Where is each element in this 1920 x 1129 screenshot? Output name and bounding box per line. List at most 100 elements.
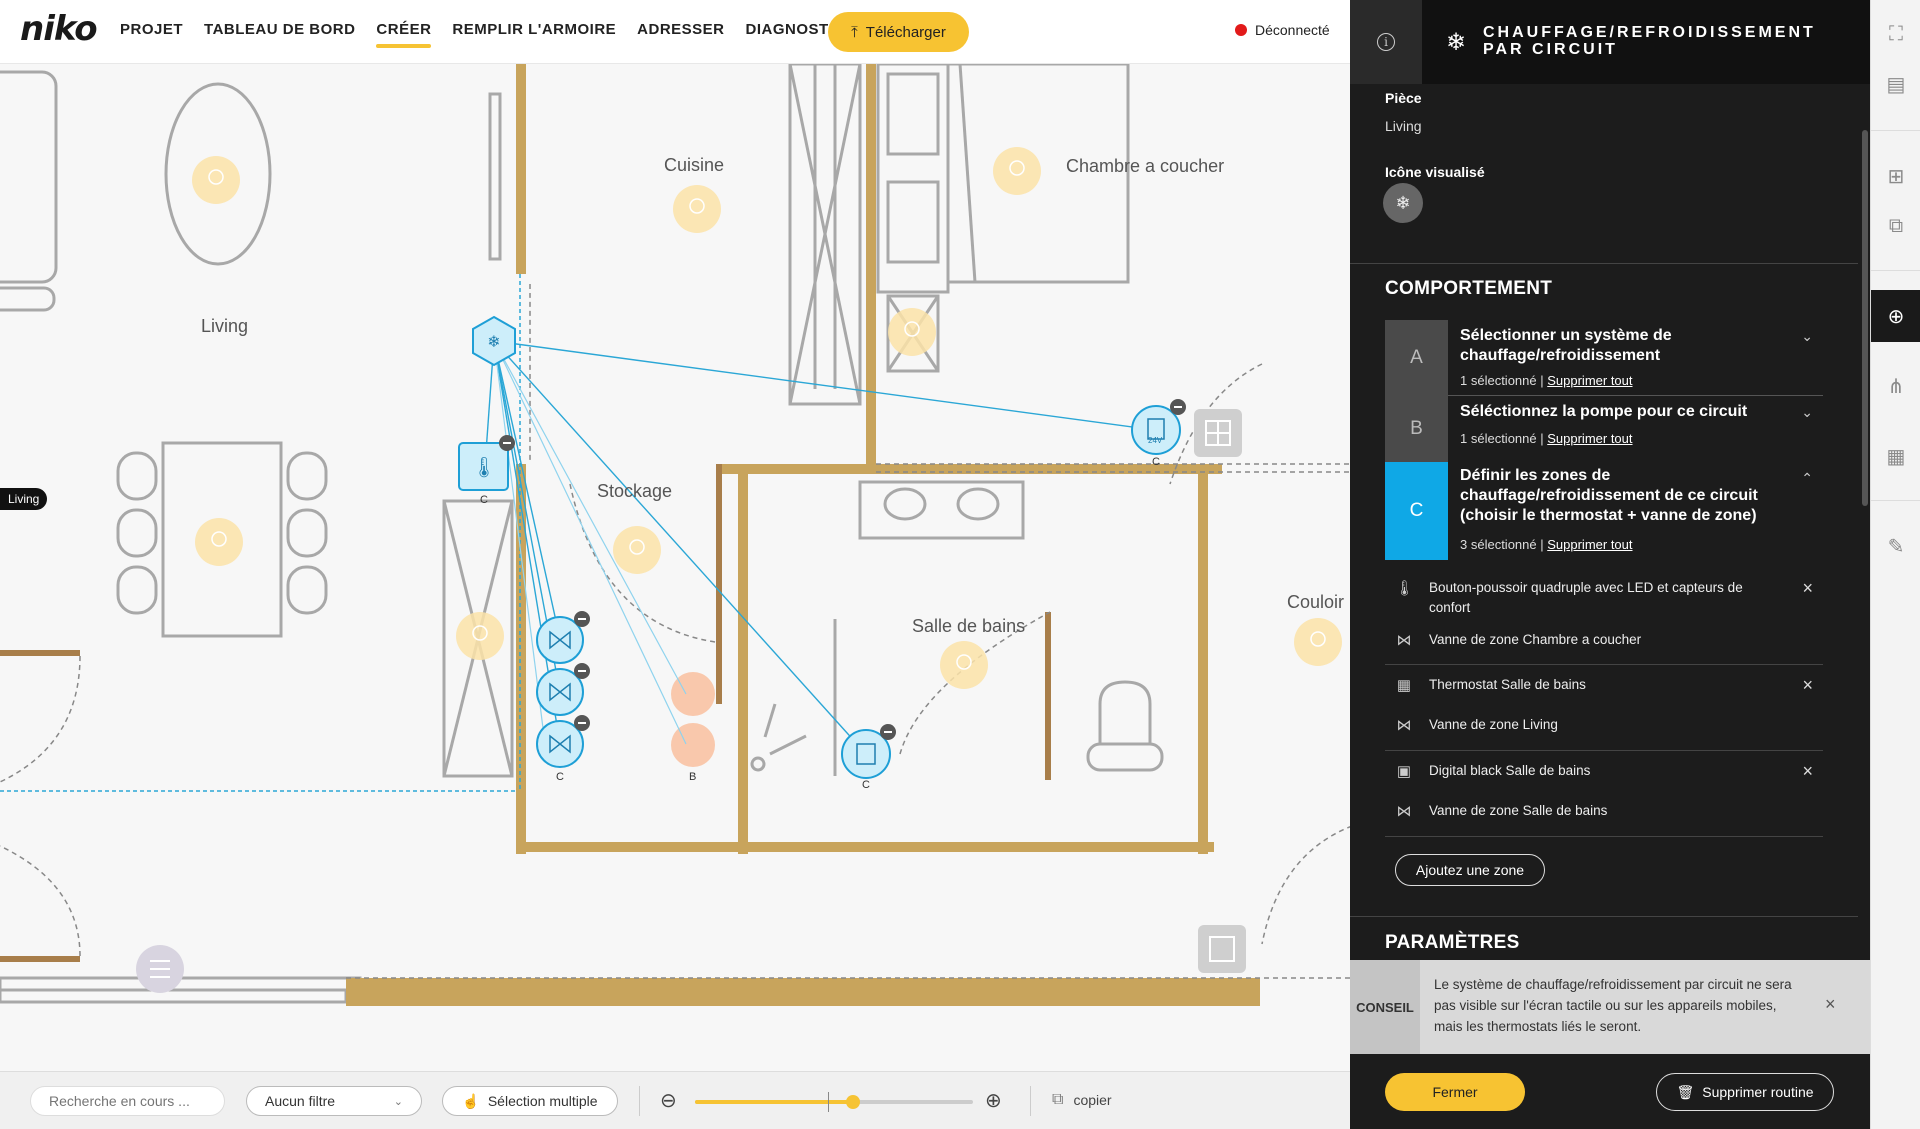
- status-dot: [1235, 24, 1247, 36]
- zoom-fill: [695, 1100, 854, 1104]
- zoom-default-tick: [828, 1092, 829, 1112]
- zone-valve-name: Vanne de zone Chambre a coucher: [1429, 632, 1642, 647]
- room-label-cuisine[interactable]: Cuisine: [664, 155, 724, 176]
- valve-icon: ⋈: [1396, 632, 1412, 649]
- floorplan-canvas[interactable]: ❄ 🌡 Living Cuisine Chambre a coucher Sto…: [0, 64, 1350, 1071]
- thermostat-icon: ▦: [1396, 677, 1412, 694]
- connection-status: Déconnecté: [1235, 22, 1330, 38]
- room-label-chambre[interactable]: Chambre a coucher: [1066, 156, 1224, 177]
- device-letter-valve-c: C: [556, 771, 564, 783]
- room-label-living[interactable]: Living: [201, 316, 248, 337]
- bottom-toolbar: Aucun filtre ⌄ ☝ Sélection multiple ⊖ ⊕ ⧉ c…: [0, 1071, 1350, 1129]
- top-navigation: niko PROJET TABLEAU DE BORD CRÉER REMPLI…: [0, 0, 1350, 64]
- multi-select-button[interactable]: ☝ Sélection multiple: [442, 1086, 618, 1116]
- zoom-in-icon[interactable]: ⊕: [985, 1088, 1002, 1113]
- chevron-up-icon[interactable]: ⌃: [1801, 470, 1813, 487]
- panel-title: CHAUFFAGE/REFROIDISSEMENT PAR CIRCUIT: [1483, 24, 1816, 58]
- zone-valve-name: Vanne de zone Living: [1429, 717, 1558, 732]
- tools-icon[interactable]: ✎: [1871, 520, 1920, 572]
- touch-voltage-label: 24V: [1148, 436, 1163, 445]
- download-label: Télécharger: [865, 23, 946, 41]
- room-tag-living[interactable]: Living: [0, 488, 48, 510]
- niko-logo[interactable]: niko: [20, 9, 98, 49]
- touch-display-icon: ▣: [1396, 763, 1412, 780]
- visual-icon-picker[interactable]: ❄: [1383, 183, 1423, 223]
- tip-text: Le système de chauffage/refroidissement …: [1434, 977, 1792, 1034]
- step-title-a: Sélectionner un système de chauffage/ref…: [1460, 327, 1672, 364]
- thermometer-icon: 🌡: [1395, 580, 1415, 597]
- remove-all-link-b[interactable]: Supprimer tout: [1547, 431, 1632, 446]
- step-title-b: Séléctionnez la pompe pour ce circuit: [1460, 403, 1748, 420]
- map-icon[interactable]: ▤: [1871, 58, 1920, 110]
- search-input[interactable]: [30, 1086, 225, 1116]
- filter-label: Aucun filtre: [265, 1093, 336, 1109]
- remove-zone-icon[interactable]: ×: [1802, 578, 1813, 599]
- panel-header: i ❄ CHAUFFAGE/REFROIDISSEMENT PAR CIRCUI…: [1350, 0, 1870, 84]
- section-divider: [1350, 263, 1858, 264]
- nav-remplir-armoire[interactable]: REMPLIR L'ARMOIRE: [452, 0, 616, 64]
- floorplan-drawing: ❄ 🌡: [0, 64, 1350, 1006]
- divider: [1030, 1086, 1031, 1116]
- info-tab[interactable]: i: [1350, 0, 1422, 84]
- zoom-out-icon[interactable]: ⊖: [660, 1088, 677, 1113]
- nav-creer[interactable]: CRÉER: [376, 0, 432, 64]
- step-b[interactable]: B Séléctionnez la pompe pour ce circuit …: [1385, 396, 1823, 462]
- chevron-down-icon: ⌄: [393, 1095, 403, 1108]
- chevron-down-icon[interactable]: ⌄: [1801, 328, 1813, 345]
- fullscreen-icon[interactable]: ⛶: [1871, 8, 1920, 60]
- multi-select-label: Sélection multiple: [487, 1093, 598, 1109]
- device-letter-touch: C: [1152, 456, 1160, 468]
- divider: [639, 1086, 640, 1116]
- copy-button[interactable]: ⧉ copier: [1052, 1091, 1112, 1109]
- routine-icon[interactable]: ⊕: [1871, 290, 1920, 342]
- remove-zone-icon[interactable]: ×: [1802, 761, 1813, 782]
- zoom-thumb[interactable]: [846, 1095, 861, 1109]
- upload-icon: ⤒: [851, 23, 858, 41]
- nav-tableau-de-bord[interactable]: TABLEAU DE BORD: [204, 0, 355, 64]
- add-zone-button[interactable]: Ajoutez une zone: [1395, 854, 1545, 886]
- calendar-icon[interactable]: ▦: [1871, 430, 1920, 482]
- chevron-down-icon[interactable]: ⌄: [1801, 404, 1813, 421]
- room-label-couloir[interactable]: Couloir: [1287, 592, 1344, 613]
- room-label-salle-de-bains[interactable]: Salle de bains: [912, 616, 1025, 637]
- tool-strip: ⛶ ▤ ⊞ ⧉ ⊕ ⋔ ▦ ✎: [1870, 0, 1920, 1129]
- zone-thermostat-name: Thermostat Salle de bains: [1429, 677, 1586, 692]
- device-letter-valve-b: B: [689, 771, 697, 783]
- zone-thermostat-name: Digital black Salle de bains: [1429, 763, 1591, 778]
- step-count-c: 3 sélectionné: [1460, 537, 1537, 552]
- step-sub-c: 3 sélectionné | Supprimer tout: [1460, 537, 1633, 552]
- remove-all-link-c[interactable]: Supprimer tout: [1547, 537, 1632, 552]
- nav-projet[interactable]: PROJET: [120, 0, 183, 64]
- step-c[interactable]: C Définir les zones de chauffage/refroid…: [1385, 462, 1823, 560]
- filter-select[interactable]: Aucun filtre ⌄: [246, 1086, 422, 1116]
- room-field-value[interactable]: Living: [1385, 118, 1422, 134]
- section-divider: [1350, 916, 1858, 917]
- tip-banner: CONSEIL Le système de chauffage/refroidi…: [1350, 960, 1870, 1054]
- remove-zone-icon[interactable]: ×: [1802, 675, 1813, 696]
- params-title: PARAMÈTRES: [1385, 932, 1520, 953]
- connection-icon[interactable]: ⋔: [1871, 360, 1920, 412]
- zone-valve-name: Vanne de zone Salle de bains: [1429, 803, 1608, 818]
- behavior-title: COMPORTEMENT: [1385, 278, 1553, 299]
- icon-field-label: Icône visualisé: [1385, 164, 1485, 180]
- download-button[interactable]: ⤒ Télécharger: [828, 12, 969, 52]
- nav-adresser[interactable]: ADRESSER: [637, 0, 724, 64]
- zone-thermostat-name: Bouton-poussoir quadruple avec LED et ca…: [1429, 580, 1743, 615]
- step-sub-b: 1 sélectionné | Supprimer tout: [1460, 431, 1633, 446]
- step-sub-a: 1 sélectionné | Supprimer tout: [1460, 373, 1633, 388]
- info-icon: i: [1377, 33, 1395, 51]
- valve-icon: ⋈: [1396, 717, 1412, 734]
- panel-scrollbar[interactable]: [1862, 130, 1868, 506]
- close-button[interactable]: Fermer: [1385, 1073, 1525, 1111]
- copy-label: copier: [1073, 1092, 1112, 1108]
- trash-icon: 🗑: [1676, 1083, 1695, 1100]
- room-label-stockage[interactable]: Stockage: [597, 481, 672, 502]
- remove-all-link-a[interactable]: Supprimer tout: [1547, 373, 1632, 388]
- add-shape-icon[interactable]: ⧉: [1871, 200, 1920, 252]
- step-a[interactable]: A Sélectionner un système de chauffage/r…: [1385, 320, 1823, 396]
- add-device-icon[interactable]: ⊞: [1871, 150, 1920, 202]
- zoom-slider[interactable]: [695, 1092, 973, 1112]
- close-icon[interactable]: ×: [1825, 994, 1836, 1015]
- step-count-b: 1 sélectionné: [1460, 431, 1537, 446]
- delete-routine-button[interactable]: 🗑 Supprimer routine: [1656, 1073, 1834, 1111]
